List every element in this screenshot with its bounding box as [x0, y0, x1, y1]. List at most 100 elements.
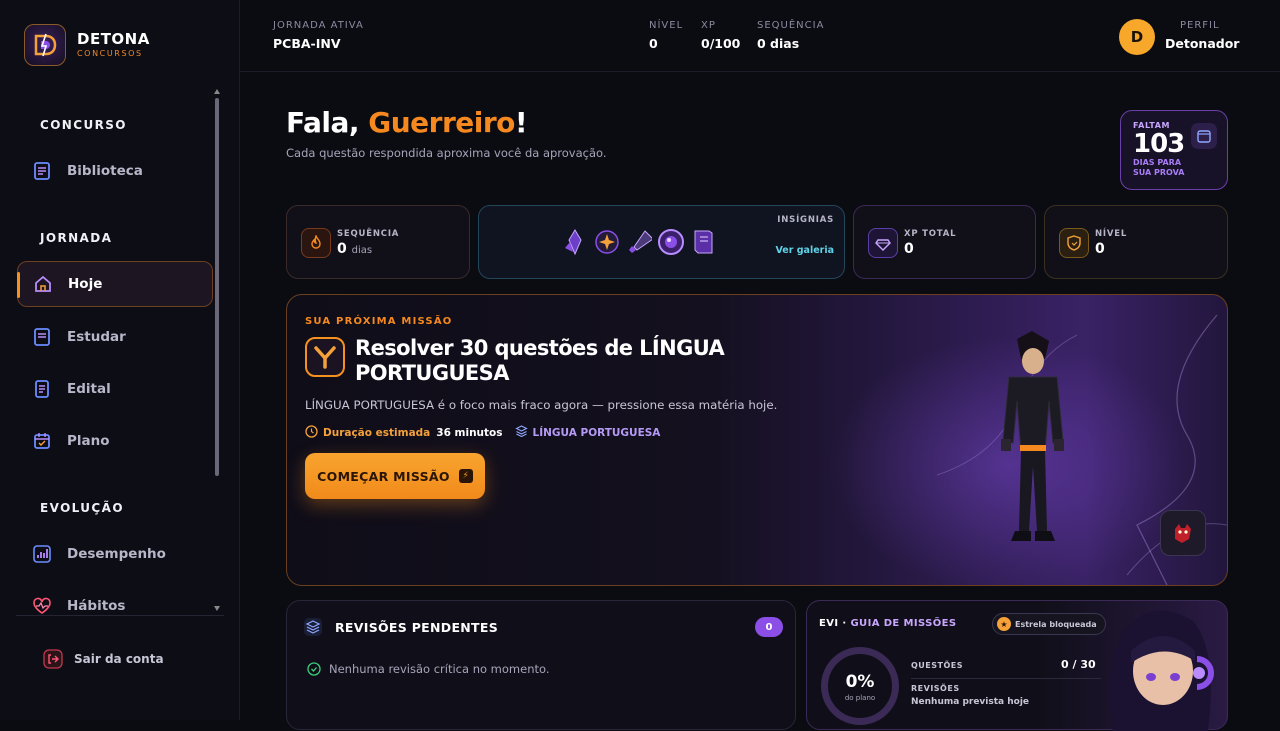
sidebar-item-desempenho[interactable]: Desempenho	[17, 531, 213, 577]
page-subtitle: Cada questão respondida aproxima você da…	[286, 146, 607, 160]
avatar[interactable]: D	[1119, 19, 1155, 55]
sidebar-item-label: Estudar	[67, 329, 126, 345]
logout-button[interactable]: Sair da conta	[42, 648, 164, 670]
scroll-down-icon[interactable]	[214, 606, 220, 611]
layers-icon	[303, 617, 323, 641]
badges-card: INSÍGNIAS Ver galeria	[478, 205, 845, 279]
reviews-title: REVISÕES PENDENTES	[335, 620, 499, 635]
xp-value: 0/100	[701, 36, 741, 51]
countdown-sub1: DIAS PARA	[1133, 158, 1182, 167]
level-value: 0	[649, 36, 658, 51]
journey-value[interactable]: PCBA-INV	[273, 36, 341, 51]
calendar-icon	[1191, 123, 1217, 149]
sidebar-divider	[16, 615, 224, 616]
brand-name: DETONA	[77, 30, 150, 48]
streak-label: SEQUÊNCIA	[757, 20, 825, 31]
sidebar-item-edital[interactable]: Edital	[17, 366, 213, 412]
sidebar-item-plano[interactable]: Plano	[17, 418, 213, 464]
level-label: NÍVEL	[649, 20, 684, 31]
hero-character-image	[1001, 331, 1064, 541]
greeting-prefix: Fala,	[286, 106, 369, 139]
xp-card-label: XP TOTAL	[904, 229, 957, 239]
sidebar-item-label: Desempenho	[67, 546, 166, 562]
plan-progress-value: 0%	[845, 672, 875, 692]
star-burst-badge-icon	[591, 226, 623, 258]
greeting-suffix: !	[514, 106, 528, 139]
sidebar-scroll-thumb[interactable]	[215, 98, 219, 476]
pending-reviews-card: REVISÕES PENDENTES 0 Nenhuma revisão crí…	[286, 600, 796, 730]
mission-description: LÍNGUA PORTUGUESA é o foco mais fraco ag…	[305, 398, 778, 412]
section-evolucao: EVOLUÇÃO	[40, 501, 124, 515]
sidebar-item-habitos[interactable]: Hábitos	[17, 583, 213, 629]
exam-countdown: FALTAM 103 DIAS PARA SUA PROVA	[1120, 110, 1228, 190]
duration-label: Duração estimada	[323, 427, 431, 439]
evi-reviews-value: Nenhuma prevista hoje	[911, 697, 1030, 707]
home-icon	[32, 273, 54, 295]
section-jornada: JORNADA	[40, 231, 113, 245]
crystal-badge-icon	[559, 226, 591, 258]
page-title: Fala, Guerreiro!	[286, 106, 528, 139]
mission-label: SUA PRÓXIMA MISSÃO	[305, 316, 453, 327]
streak-card-label: SEQUÊNCIA	[337, 229, 400, 239]
xp-card-value: 0	[904, 241, 914, 257]
xp-card: XP TOTAL 0	[853, 205, 1036, 279]
badge-row	[559, 226, 719, 258]
brand-logo-icon	[24, 24, 66, 66]
xp-label: XP	[701, 20, 716, 31]
mission-meta: Duração estimada 36 minutos LÍNGUA PORTU…	[305, 425, 660, 441]
sidebar-item-label: Edital	[67, 381, 111, 397]
orb-badge-icon	[655, 226, 687, 258]
streak-value: 0 dias	[757, 36, 800, 51]
badges-gallery-link[interactable]: Ver galeria	[775, 245, 834, 256]
level-card-label: NÍVEL	[1095, 229, 1128, 239]
profile-label: PERFIL	[1180, 20, 1220, 31]
evi-title: EVI · GUIA DE MISSÕES	[819, 618, 957, 629]
level-card: NÍVEL 0	[1044, 205, 1228, 279]
evi-reviews-label: REVISÕES	[911, 684, 960, 693]
logout-icon	[42, 648, 64, 670]
clock-icon	[305, 425, 318, 441]
streak-card: SEQUÊNCIA 0 dias	[286, 205, 470, 279]
evi-guide-card: EVI · GUIA DE MISSÕES ★ Estrela bloquead…	[806, 600, 1228, 731]
layers-icon	[514, 425, 528, 441]
streak-card-value: 0 dias	[337, 241, 372, 257]
star-icon: ★	[997, 617, 1011, 631]
evi-character-image	[1109, 610, 1214, 731]
sidebar-item-label: Plano	[67, 433, 110, 449]
reviews-empty-message: Nenhuma revisão crítica no momento.	[329, 662, 550, 676]
flame-icon	[301, 228, 331, 258]
plan-progress-ring: 0% do plano	[821, 647, 899, 725]
bar-chart-icon	[31, 543, 53, 565]
journey-label: JORNADA ATIVA	[273, 20, 364, 31]
logout-label: Sair da conta	[74, 652, 164, 666]
document-icon	[31, 378, 53, 400]
evi-title-prefix: EVI ·	[819, 618, 851, 629]
mission-subject: LÍNGUA PORTUGUESA	[532, 427, 661, 439]
level-card-value: 0	[1095, 241, 1105, 257]
evi-divider	[911, 678, 1101, 679]
sidebar-item-label: Hábitos	[67, 598, 126, 614]
check-circle-icon	[307, 661, 321, 680]
scroll-up-icon[interactable]	[214, 89, 220, 94]
mission-title: Resolver 30 questões de LÍNGUA PORTUGUES…	[355, 336, 725, 385]
sword-badge-icon	[623, 226, 655, 258]
monster-icon[interactable]	[1160, 510, 1206, 556]
sidebar-item-hoje[interactable]: Hoje	[17, 261, 213, 307]
streak-card-number: 0	[337, 241, 347, 257]
sidebar-item-biblioteca[interactable]: Biblioteca	[17, 148, 213, 194]
profile-name[interactable]: Detonador	[1165, 36, 1239, 51]
sidebar-item-label: Hoje	[68, 276, 103, 292]
book-icon	[31, 160, 53, 182]
greeting-name: Guerreiro	[368, 106, 515, 139]
shield-icon	[1059, 228, 1089, 258]
lightning-icon: ⚡	[458, 469, 473, 483]
start-mission-button[interactable]: COMEÇAR MISSÃO ⚡	[305, 453, 485, 499]
start-mission-label: COMEÇAR MISSÃO	[317, 468, 450, 484]
sidebar-item-estudar[interactable]: Estudar	[17, 314, 213, 360]
plan-progress-label: do plano	[844, 694, 876, 702]
brand[interactable]: DETONA CONCURSOS	[24, 24, 150, 66]
sidebar: DETONA CONCURSOS CONCURSO Biblioteca JOR…	[0, 0, 240, 720]
brand-subtitle: CONCURSOS	[77, 49, 143, 58]
countdown-sub2: SUA PROVA	[1133, 168, 1185, 177]
sidebar-item-label: Biblioteca	[67, 163, 143, 179]
